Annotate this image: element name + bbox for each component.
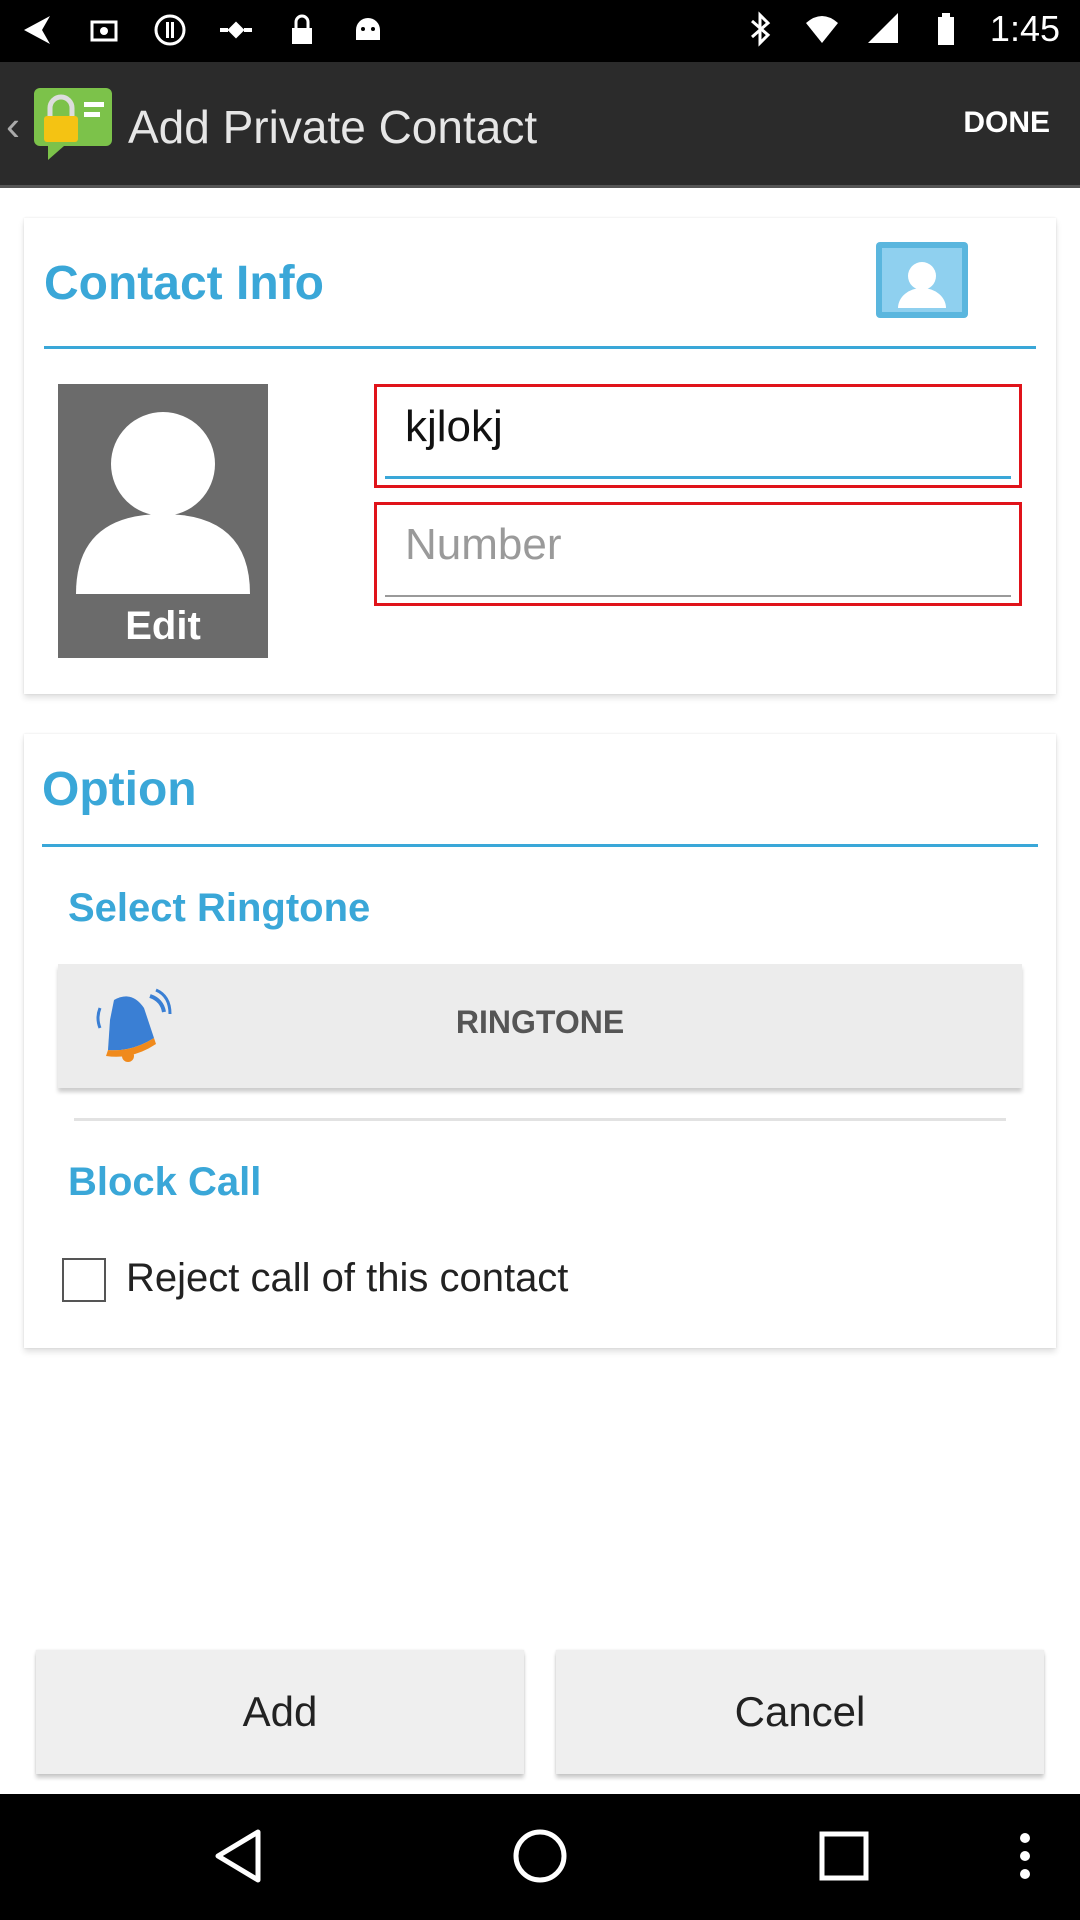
app-logo-icon[interactable] bbox=[34, 88, 112, 160]
ringtone-divider bbox=[74, 1118, 1006, 1121]
page-title: Add Private Contact bbox=[128, 101, 538, 153]
clock: 1:45 bbox=[989, 8, 1060, 49]
home-nav-icon[interactable] bbox=[510, 1826, 570, 1886]
reject-call-label[interactable]: Reject call of this contact bbox=[126, 1256, 568, 1301]
contact-card-icon[interactable] bbox=[872, 238, 972, 322]
ringtone-button-label: RINGTONE bbox=[455, 1004, 625, 1040]
name-input[interactable]: kjlokj bbox=[385, 395, 1011, 477]
option-divider bbox=[42, 844, 1038, 847]
cancel-button[interactable]: Cancel bbox=[556, 1650, 1044, 1774]
number-input-underline bbox=[385, 595, 1011, 597]
contact-info-divider bbox=[44, 346, 1036, 349]
action-bar: ‹ Add Private Contact DONE bbox=[0, 62, 1080, 188]
name-field[interactable]: kjlokj bbox=[374, 384, 1022, 488]
done-button[interactable]: DONE bbox=[963, 106, 1050, 140]
avatar[interactable]: Edit bbox=[58, 384, 268, 658]
signal-icon bbox=[867, 13, 898, 43]
lock-icon bbox=[292, 14, 312, 44]
back-chevron-icon[interactable]: ‹ bbox=[6, 102, 20, 150]
status-bar: 1:45 bbox=[0, 0, 1080, 62]
number-field[interactable]: Number bbox=[374, 502, 1022, 606]
info-icon bbox=[154, 14, 186, 46]
bluetooth-icon bbox=[750, 11, 771, 47]
wifi-icon bbox=[805, 16, 838, 43]
select-ringtone-title: Select Ringtone bbox=[68, 886, 371, 930]
number-input[interactable]: Number bbox=[385, 513, 1011, 595]
recents-nav-icon[interactable] bbox=[814, 1826, 874, 1886]
option-title: Option bbox=[42, 763, 197, 816]
person-silhouette-icon bbox=[76, 412, 250, 594]
navigation-bar bbox=[0, 1794, 1080, 1920]
battery-icon bbox=[937, 13, 954, 45]
name-input-underline bbox=[385, 476, 1011, 479]
overflow-menu-icon[interactable] bbox=[1000, 1826, 1050, 1886]
reject-call-checkbox[interactable] bbox=[62, 1258, 106, 1302]
android-icon bbox=[356, 18, 380, 40]
option-card: Option Select Ringtone RINGTONE Block Ca… bbox=[24, 734, 1056, 1348]
avatar-edit-label[interactable]: Edit bbox=[58, 594, 268, 658]
block-call-title: Block Call bbox=[68, 1160, 262, 1204]
add-button[interactable]: Add bbox=[36, 1650, 524, 1774]
ringtone-button[interactable]: RINGTONE bbox=[58, 964, 1022, 1088]
arrow-icon bbox=[24, 16, 50, 44]
back-nav-icon[interactable] bbox=[210, 1826, 270, 1886]
fake-gps-icon bbox=[90, 20, 118, 42]
contact-info-title: Contact Info bbox=[44, 257, 324, 310]
contact-info-card: Contact Info Edit kjlokj Number bbox=[24, 218, 1056, 694]
satellite-icon bbox=[220, 21, 252, 39]
